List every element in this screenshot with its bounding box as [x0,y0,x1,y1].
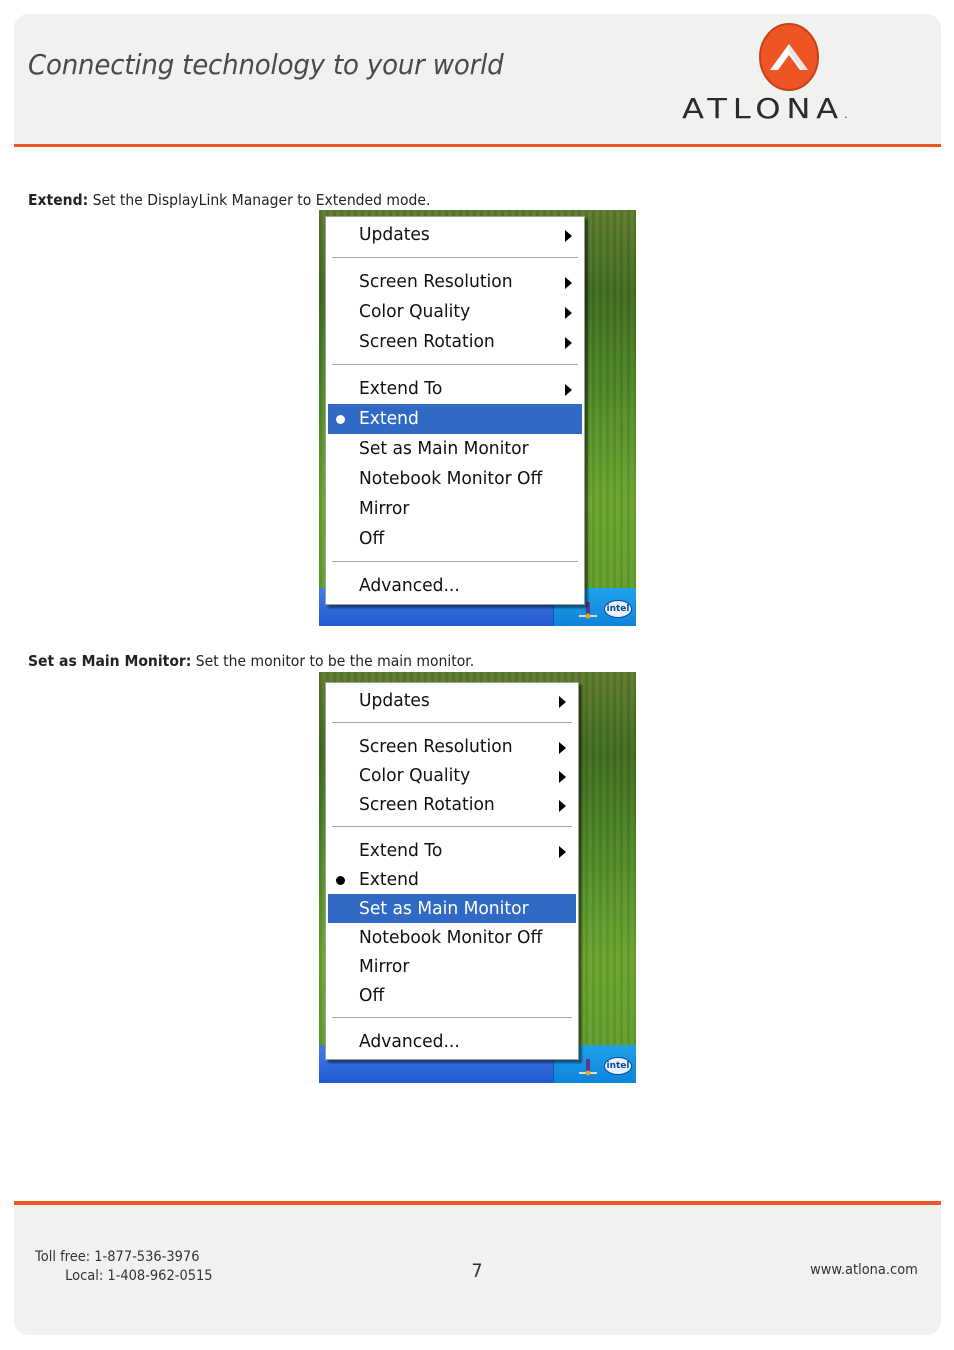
displaylink-tray-icon[interactable] [578,1057,598,1077]
screenshot-extend: intel Updates Screen Resolution Color Qu… [319,210,636,626]
menu-item-updates[interactable]: Updates [326,220,584,250]
submenu-arrow-icon [559,846,566,858]
context-menu: Updates Screen Resolution Color Quality … [325,216,585,605]
menu-item-color-quality[interactable]: Color Quality [326,761,578,790]
submenu-arrow-icon [559,742,566,754]
submenu-arrow-icon [565,384,572,396]
menu-separator [332,1017,572,1019]
menu-item-set-as-main-monitor[interactable]: Set as Main Monitor [326,434,584,464]
menu-item-screen-resolution[interactable]: Screen Resolution [326,732,578,761]
local-phone: Local: 1-408-962-0515 [65,1268,213,1284]
menu-separator [332,826,572,828]
website-link[interactable]: www.atlona.com [810,1262,918,1278]
intel-tray-icon[interactable]: intel [604,600,632,618]
menu-item-updates[interactable]: Updates [326,686,578,715]
menu-separator [332,722,572,724]
submenu-arrow-icon [559,771,566,783]
menu-item-set-as-main-monitor[interactable]: Set as Main Monitor [328,894,576,923]
menu-item-off[interactable]: Off [326,524,584,554]
page-number: 7 [471,1260,483,1282]
atlona-logo-icon [759,23,819,91]
menu-item-off[interactable]: Off [326,981,578,1010]
menu-separator [332,561,578,563]
context-menu: Updates Screen Resolution Color Quality … [325,682,579,1060]
radio-dot-icon [336,415,345,424]
brand-wordmark: ATLONA. [682,92,848,125]
submenu-arrow-icon [559,800,566,812]
menu-item-extend[interactable]: Extend [328,404,582,434]
menu-item-notebook-monitor-off[interactable]: Notebook Monitor Off [326,464,584,494]
submenu-arrow-icon [559,696,566,708]
menu-item-advanced[interactable]: Advanced... [326,571,584,601]
menu-item-screen-rotation[interactable]: Screen Rotation [326,790,578,819]
submenu-arrow-icon [565,307,572,319]
intel-tray-icon[interactable]: intel [604,1057,632,1075]
caption-description: Set the monitor to be the main monitor. [191,652,475,670]
menu-separator [332,364,578,366]
menu-item-notebook-monitor-off[interactable]: Notebook Monitor Off [326,923,578,952]
menu-separator [332,257,578,259]
menu-item-extend-to[interactable]: Extend To [326,836,578,865]
brand-name: ATLONA [682,92,844,125]
menu-item-extend-to[interactable]: Extend To [326,374,584,404]
submenu-arrow-icon [565,230,572,242]
menu-item-screen-rotation[interactable]: Screen Rotation [326,327,584,357]
extend-caption: Extend: Set the DisplayLink Manager to E… [28,191,430,209]
menu-item-screen-resolution[interactable]: Screen Resolution [326,267,584,297]
submenu-arrow-icon [565,277,572,289]
header-divider [14,144,941,147]
tagline: Connecting technology to your world [28,48,504,81]
menu-item-extend[interactable]: Extend [326,865,578,894]
menu-item-mirror[interactable]: Mirror [326,952,578,981]
radio-dot-icon [336,876,345,885]
menu-item-color-quality[interactable]: Color Quality [326,297,584,327]
menu-item-advanced[interactable]: Advanced... [326,1027,578,1056]
brand-dot: . [843,110,848,121]
caption-description: Set the DisplayLink Manager to Extended … [88,191,431,209]
set-main-monitor-caption: Set as Main Monitor: Set the monitor to … [28,652,474,670]
submenu-arrow-icon [565,337,572,349]
menu-item-mirror[interactable]: Mirror [326,494,584,524]
toll-free-phone: Toll free: 1-877-536-3976 [35,1249,200,1265]
screenshot-set-main-monitor: intel Updates Screen Resolution Color Qu… [319,672,636,1083]
caption-term: Extend: [28,191,89,209]
caption-term: Set as Main Monitor: [28,652,192,670]
